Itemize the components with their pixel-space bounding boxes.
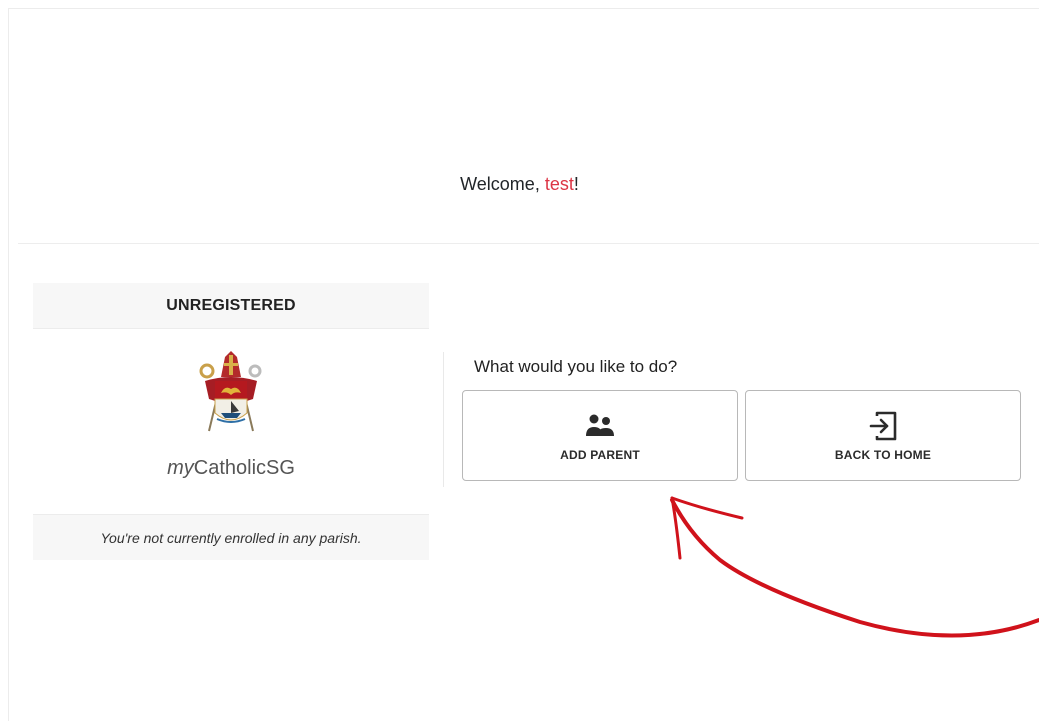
actions-prompt: What would you like to do? bbox=[474, 357, 678, 376]
status-label: UNREGISTERED bbox=[166, 296, 296, 314]
welcome-heading: Welcome, test! bbox=[0, 174, 1039, 195]
status-card-footer: You're not currently enrolled in any par… bbox=[33, 514, 429, 560]
back-to-home-button[interactable]: BACK TO HOME bbox=[745, 390, 1021, 481]
status-card-header: UNREGISTERED bbox=[33, 283, 429, 329]
status-card-body: myCatholicSG bbox=[33, 329, 429, 514]
brand-wordmark: myCatholicSG bbox=[33, 457, 429, 480]
users-icon bbox=[586, 414, 614, 436]
add-parent-label: ADD PARENT bbox=[560, 447, 640, 462]
section-divider bbox=[18, 243, 1039, 244]
welcome-username: test bbox=[544, 174, 574, 194]
sign-in-icon bbox=[869, 411, 897, 440]
back-to-home-label: BACK TO HOME bbox=[834, 447, 932, 462]
brand-suffix: CatholicSG bbox=[193, 457, 295, 479]
brand-prefix: my bbox=[167, 457, 194, 479]
add-parent-button[interactable]: ADD PARENT bbox=[462, 390, 738, 481]
welcome-prefix: Welcome, bbox=[460, 174, 545, 194]
registration-status-card: UNREGISTERED myCatholicSG You're not cur… bbox=[33, 283, 429, 560]
column-divider bbox=[443, 352, 444, 487]
welcome-suffix: ! bbox=[573, 174, 579, 194]
archdiocese-crest-logo bbox=[199, 351, 262, 432]
enrollment-note: You're not currently enrolled in any par… bbox=[100, 529, 362, 546]
